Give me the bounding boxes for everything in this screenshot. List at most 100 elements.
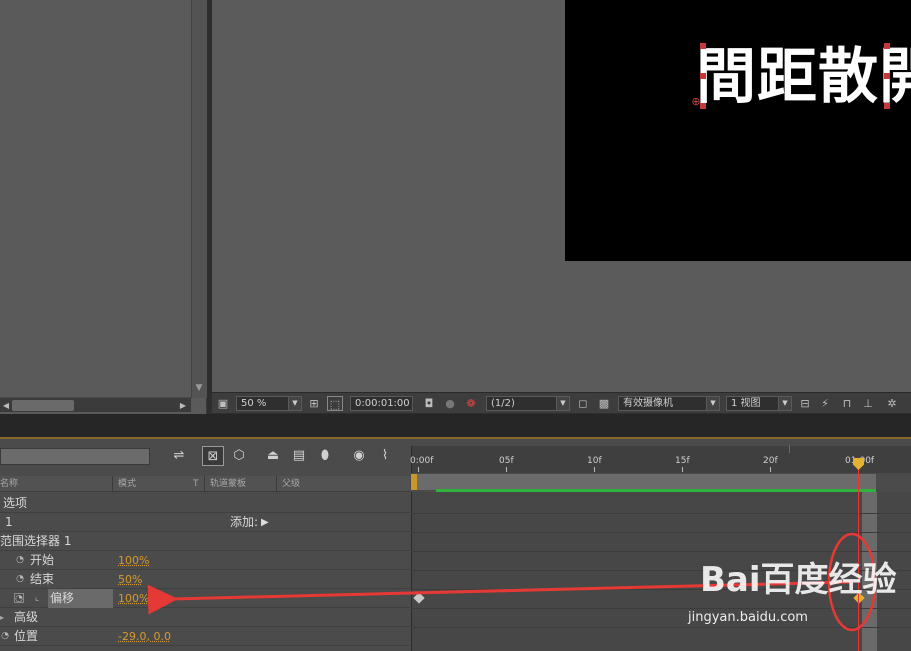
view-layout-value: 1 视图 — [731, 398, 761, 409]
fast-preview-icon[interactable]: ⚡ — [817, 396, 833, 411]
header-mode[interactable]: 模式 — [118, 476, 136, 492]
hide-shy-layers-icon[interactable]: ⬡ — [228, 446, 250, 466]
layer-handle-middle-left[interactable] — [700, 73, 706, 79]
camera-snapshot-icon[interactable]: ◘ — [421, 396, 437, 411]
draft-3d-icon[interactable]: ⊠ — [202, 446, 224, 466]
graph-icon[interactable]: ⌞ — [32, 593, 42, 603]
header-name[interactable]: 名称 — [0, 476, 18, 492]
ruler-tick — [682, 467, 683, 472]
scroll-right-icon[interactable]: ▶ — [175, 398, 191, 413]
resolution-value: (1/2) — [491, 398, 515, 409]
add-menu-label[interactable]: 添加: — [230, 513, 258, 532]
stopwatch-icon[interactable]: ◔ — [15, 555, 25, 565]
position-value[interactable]: -29.0, 0.0 — [118, 627, 171, 646]
track-row-divider — [411, 627, 911, 628]
header-track-matte[interactable]: 轨道蒙板 — [210, 476, 246, 492]
offset-value[interactable]: 100% — [118, 589, 149, 608]
start-value[interactable]: 100% — [118, 551, 149, 570]
view-layout-dropdown[interactable]: 1 视图 ▼ — [726, 396, 792, 411]
timeline-panel-icon[interactable]: ⊓ — [839, 396, 855, 411]
stopwatch-active-icon[interactable]: ◔ — [14, 593, 24, 604]
column-divider — [276, 476, 277, 492]
header-parent[interactable]: 父级 — [282, 476, 300, 492]
chevron-down-icon: ▼ — [706, 397, 719, 410]
time-marker — [789, 445, 790, 453]
brainstorm-icon[interactable]: ⬮ — [314, 446, 336, 466]
channel-rgb-icon[interactable]: ❁ — [463, 396, 479, 411]
camera-value: 有效摄像机 — [623, 398, 673, 409]
ruler-tick — [594, 467, 595, 472]
track-row-divider — [411, 589, 911, 590]
layer-handle-middle-right[interactable] — [884, 73, 890, 79]
work-area-start-handle[interactable] — [411, 474, 417, 490]
grid-guides-icon[interactable]: ⊞ — [306, 396, 322, 411]
header-t[interactable]: T — [193, 476, 199, 492]
property-row-start[interactable]: ◔ 开始 100% — [0, 551, 410, 570]
end-value[interactable]: 50% — [118, 570, 142, 589]
layer-handle-bottom-right[interactable] — [884, 103, 890, 109]
add-play-icon[interactable]: ▶ — [261, 513, 269, 532]
property-row-offset[interactable]: ◔ ⌞ 偏移 100% — [0, 589, 410, 608]
resolution-dropdown[interactable]: (1/2) ▼ — [486, 396, 570, 411]
toggle-pixel-aspect-icon[interactable]: ⊟ — [797, 396, 813, 411]
ruler-tick — [770, 467, 771, 472]
ruler-label: 20f — [763, 456, 778, 466]
column-divider — [112, 476, 113, 492]
track-row-divider — [411, 570, 911, 571]
property-row-range-selector[interactable]: 范围选择器 1 — [0, 532, 410, 551]
magnification-value: 50 % — [241, 398, 267, 409]
expand-arrow-icon[interactable]: ▸ — [0, 608, 4, 627]
ruler-label: 05f — [499, 456, 514, 466]
row-label: 选项 — [3, 496, 28, 510]
project-horizontal-scrollbar[interactable]: ◀ ▶ — [0, 397, 191, 412]
always-preview-icon[interactable]: ▣ — [215, 396, 231, 411]
show-snapshot-icon[interactable]: ● — [442, 396, 458, 411]
flowchart-icon[interactable]: ⊥ — [860, 396, 876, 411]
motion-blur-icon[interactable]: ▤ — [288, 446, 310, 466]
time-ruler[interactable] — [411, 446, 911, 473]
project-vertical-scrollbar[interactable] — [191, 0, 207, 398]
composition-mini-flowchart-icon[interactable]: ⇌ — [168, 446, 190, 466]
layer-handle-top-left[interactable] — [700, 43, 706, 49]
stopwatch-icon[interactable]: ◔ — [0, 631, 10, 641]
work-area-bar[interactable] — [414, 474, 876, 490]
project-panel — [0, 0, 207, 414]
scroll-down-icon[interactable]: ▼ — [191, 380, 207, 396]
ruler-label: 10f — [587, 456, 602, 466]
checkerboard-icon[interactable]: ▩ — [596, 396, 612, 411]
viewer-toolbar: ▣ 50 % ▼ ⊞ ⬚ 0:00:01:00 ◘ ● ❁ (1/2) ▼ ◻ … — [212, 392, 911, 413]
track-row-divider — [411, 532, 911, 533]
layer-handle-top-right[interactable] — [884, 43, 890, 49]
layer-search-input[interactable] — [0, 448, 150, 465]
transparency-grid-icon[interactable]: ⬚ — [327, 396, 343, 411]
track-row-divider — [411, 513, 911, 514]
composition-canvas[interactable] — [565, 0, 911, 261]
property-row-animator[interactable]: 1 添加: ▶ — [0, 513, 410, 532]
current-time-display[interactable]: 0:00:01:00 — [350, 396, 413, 411]
track-row-divider — [411, 608, 911, 609]
exposure-icon[interactable]: ✲ — [884, 396, 900, 411]
column-divider — [204, 476, 205, 492]
scroll-left-icon[interactable]: ◀ — [0, 398, 12, 413]
frame-blending-icon[interactable]: ⏏ — [262, 446, 284, 466]
property-row-end[interactable]: ◔ 结束 50% — [0, 570, 410, 589]
layer-duration-bar[interactable] — [436, 489, 876, 492]
row-label: 偏移 — [50, 591, 75, 605]
text-layer-content[interactable]: 間距散開 — [696, 42, 911, 112]
region-of-interest-icon[interactable]: ◻ — [575, 396, 591, 411]
row-label: 范围选择器 1 — [0, 534, 72, 548]
stopwatch-icon[interactable]: ◔ — [15, 574, 25, 584]
anchor-point-icon[interactable]: ⊕ — [690, 96, 702, 108]
row-label: 开始 — [30, 553, 55, 567]
track-row-divider — [411, 551, 911, 552]
graph-editor-icon[interactable]: ⌇ — [374, 446, 396, 466]
auto-keyframe-icon[interactable]: ◉ — [348, 446, 370, 466]
magnification-dropdown[interactable]: 50 % ▼ — [236, 396, 302, 411]
camera-dropdown[interactable]: 有效摄像机 ▼ — [618, 396, 720, 411]
property-row-advanced[interactable]: ▸ 高级 — [0, 608, 410, 627]
playhead-line[interactable] — [858, 463, 859, 651]
scrollbar-thumb[interactable] — [12, 400, 74, 411]
property-row-position[interactable]: ◔ 位置 -29.0, 0.0 — [0, 627, 410, 646]
row-label: 1 — [5, 515, 13, 529]
property-row-options[interactable]: 选项 — [0, 494, 410, 513]
